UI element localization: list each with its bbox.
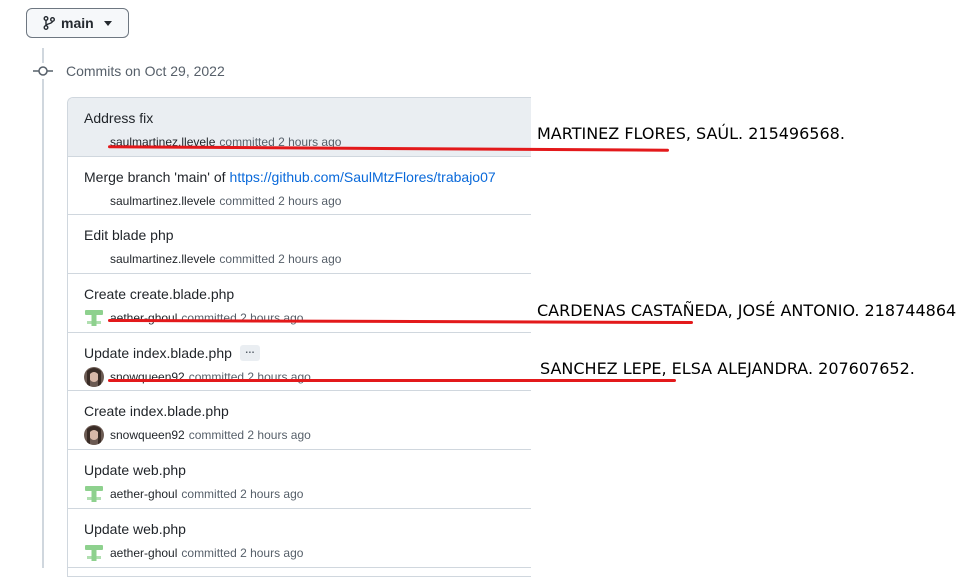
identicon-avatar[interactable]: [84, 543, 104, 563]
commit-message-link[interactable]: Update index.blade.php: [84, 345, 232, 361]
annotation-student-3: SANCHEZ LEPE, ELSA ALEJANDRA. 207607652.: [540, 359, 915, 378]
commit-message-link[interactable]: Create create.blade.php: [84, 286, 234, 302]
avatar-placeholder: [84, 191, 104, 211]
commit-message: Update index.blade.php …: [84, 344, 531, 361]
annotation-student-2: CARDENAS CASTAÑEDA, JOSÉ ANTONIO. 218744…: [537, 301, 956, 320]
commit-message: Merge branch 'main' of https://github.com…: [84, 169, 531, 185]
avatar-placeholder: [84, 132, 104, 152]
expand-description-button[interactable]: …: [239, 344, 260, 361]
user-photo-avatar[interactable]: [84, 366, 104, 387]
red-underline-3: [108, 379, 676, 382]
commits-date-heading: Commits on Oct 29, 2022: [66, 63, 225, 79]
commit-message: Address fix: [84, 110, 531, 126]
git-commit-icon: [33, 63, 53, 79]
commit-row[interactable]: Merge branch 'main' of https://github.com…: [68, 157, 531, 216]
commit-time: committed 2 hours ago: [181, 487, 304, 502]
commit-author-link[interactable]: saulmartinez.llevele: [110, 252, 215, 266]
commit-meta: saulmartinez.llevele committed 2 hours ag…: [84, 249, 531, 269]
commit-message-link[interactable]: Update web.php: [84, 521, 186, 537]
commit-message-link[interactable]: Create index.blade.php: [84, 403, 229, 419]
avatar-placeholder: [84, 249, 104, 269]
commit-row[interactable]: Edit blade php saulmartinez.llevele commit…: [68, 215, 531, 275]
commit-message: Update web.php: [84, 462, 531, 478]
commit-row[interactable]: Update web.php aether-ghoul committed 2 ho…: [68, 450, 531, 509]
commit-message-link[interactable]: Edit blade php: [84, 227, 174, 243]
commit-url-link[interactable]: https://github.com/SaulMtzFlores/trabajo…: [230, 169, 496, 185]
commit-time: committed 2 hours ago: [181, 545, 304, 560]
commit-row[interactable]: Create create.blade.php aether-ghoul commi…: [68, 274, 531, 333]
identicon-avatar[interactable]: [84, 484, 104, 504]
commit-row[interactable]: Create index.blade.php snowqueen92 committ…: [68, 391, 531, 451]
commit-meta: saulmartinez.llevele committed 2 hours ag…: [84, 191, 531, 211]
commit-message: Create create.blade.php: [84, 286, 531, 302]
commit-meta: aether-ghoul committed 2 hours ago: [84, 308, 531, 328]
commit-time: committed 2 hours ago: [181, 311, 304, 326]
identicon-avatar[interactable]: [84, 308, 104, 328]
commit-meta: aether-ghoul committed 2 hours ago: [84, 484, 531, 504]
chevron-down-icon: [103, 20, 112, 26]
commit-meta: aether-ghoul committed 2 hours ago: [84, 543, 531, 563]
commit-row[interactable]: Update index.blade.php … snowqueen92 commit…: [68, 333, 531, 392]
commit-message-link[interactable]: Address fix: [84, 110, 153, 126]
timeline-line: [42, 48, 44, 568]
commit-author-link[interactable]: aether-ghoul: [110, 546, 177, 560]
git-branch-icon: [43, 16, 55, 30]
commit-row[interactable]: Update web.php aether-ghoul committed 2 ho…: [68, 509, 531, 568]
commit-author-link[interactable]: snowqueen92: [110, 428, 185, 442]
commit-message: Create index.blade.php: [84, 403, 531, 419]
commit-message-link[interactable]: Update web.php: [84, 462, 186, 478]
commit-meta: snowqueen92 committed 2 hours ago: [84, 366, 531, 387]
commit-message: Edit blade php: [84, 227, 531, 243]
commit-author-link[interactable]: saulmartinez.llevele: [110, 194, 215, 208]
commit-author-link[interactable]: aether-ghoul: [110, 487, 177, 501]
branch-selector-button[interactable]: main: [26, 8, 129, 38]
commit-message-link[interactable]: Merge branch 'main' of: [84, 169, 226, 185]
commit-list: Address fix saulmartinez.llevele committed…: [67, 97, 531, 577]
commit-meta: snowqueen92 committed 2 hours ago: [84, 425, 531, 446]
branch-label: main: [61, 15, 94, 31]
user-photo-avatar[interactable]: [84, 425, 104, 446]
commit-time: committed 2 hours ago: [219, 252, 342, 267]
commit-time: committed 2 hours ago: [188, 428, 311, 443]
commit-message: Update web.php: [84, 521, 531, 537]
commit-time: committed 2 hours ago: [219, 193, 342, 208]
annotation-student-1: MARTINEZ FLORES, SAÚL. 215496568.: [537, 124, 845, 143]
